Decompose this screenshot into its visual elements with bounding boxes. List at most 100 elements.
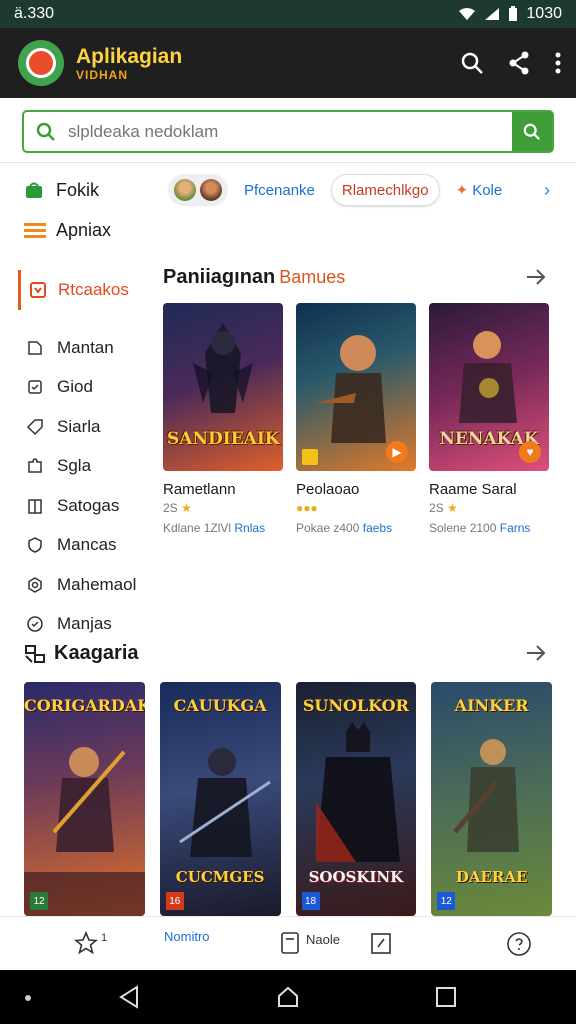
- status-icons: 1030: [458, 5, 562, 23]
- section-title: Paniiagınan: [163, 266, 276, 288]
- game-card[interactable]: NENAKAK ♥ Raame Saral 2S ★ Solene 2100 F…: [429, 303, 549, 535]
- game-cover: ▶: [296, 303, 416, 471]
- game-title: Peolaoao: [296, 481, 360, 498]
- more-vert-icon[interactable]: [554, 51, 562, 75]
- star-icon: ★: [181, 501, 192, 515]
- edit-icon: [371, 933, 391, 954]
- help-icon: [507, 932, 531, 956]
- play-badge-icon: ▶: [386, 441, 408, 463]
- sidebar-item-label: Mahemaol: [57, 574, 137, 594]
- sidebar-list: Mantan Giod Siarla Sgla Satogas Mancas M…: [0, 328, 160, 644]
- square-icon: [26, 378, 46, 396]
- sidebar-item-label: Mantan: [57, 337, 114, 357]
- card-title: SUNOLKOR: [302, 696, 409, 715]
- card-title: AINKER: [454, 696, 529, 715]
- search-icon[interactable]: [460, 51, 484, 75]
- sidebar-item[interactable]: Mantan: [0, 328, 160, 368]
- app-title: Aplikagian: [76, 44, 183, 68]
- sidebar-item[interactable]: Manjas: [0, 605, 160, 645]
- sidebar-item-label: Mancas: [57, 535, 117, 555]
- avatar-chip[interactable]: [168, 174, 228, 206]
- sidebar-item[interactable]: Satogas: [0, 486, 160, 526]
- game-meta: Solene 2100 Farns: [429, 521, 549, 535]
- status-time: ä.330: [14, 5, 55, 22]
- sidebar-item[interactable]: Mahemaol: [0, 565, 160, 605]
- bookmark-icon: [29, 281, 49, 299]
- meta-link[interactable]: Rnlas: [234, 521, 265, 535]
- arrow-right-icon[interactable]: [525, 643, 547, 663]
- game-card[interactable]: SANDIEAIK Rametlann 2S ★ Kdlane 1ZlVl Rn…: [163, 303, 283, 535]
- sidebar-item-menu[interactable]: Apniax: [0, 210, 160, 250]
- sidebar-item-store[interactable]: Fokik: [0, 170, 160, 210]
- rating-value: 2S: [429, 501, 444, 515]
- search-button[interactable]: [512, 112, 552, 151]
- avatar: [200, 179, 222, 201]
- chip-label: Kole: [472, 181, 503, 199]
- category-icon: [25, 644, 45, 663]
- age-badge-icon: 18: [301, 892, 320, 910]
- sidebar-item-label: Satogas: [57, 495, 120, 515]
- category-card[interactable]: AINKER DAERAE 12: [431, 682, 552, 916]
- search-bar: [22, 110, 554, 153]
- note-icon: [281, 932, 299, 954]
- game-title: Rametlann: [163, 481, 236, 498]
- sidebar-item[interactable]: Siarla: [0, 407, 160, 447]
- rating-badge-icon: [302, 449, 318, 465]
- game-cover: NENAKAK ♥: [429, 303, 549, 471]
- meta-text: Solene 2100: [429, 521, 497, 535]
- book-icon: [26, 497, 46, 515]
- app-logo: [18, 40, 64, 86]
- game-rating: ●●●: [296, 501, 416, 515]
- sidebar-item[interactable]: Sgla: [0, 447, 160, 487]
- arrow-right-icon[interactable]: [525, 267, 547, 287]
- sidebar-item[interactable]: Mancas: [0, 526, 160, 566]
- category-card[interactable]: SUNOLKOR SOOSKINK 18: [295, 682, 417, 916]
- sidebar-item-label: Siarla: [57, 416, 101, 436]
- game-card[interactable]: ▶ Peolaoao ●●● Pokae z400 faebs: [296, 303, 416, 535]
- nav-active[interactable]: Nomitro: [164, 929, 210, 944]
- menu-icon: [24, 222, 46, 238]
- dot-icon: [25, 995, 31, 1001]
- game-meta: Kdlane 1ZlVl Rnlas: [163, 521, 283, 535]
- section-title: Kaagaria: [54, 642, 139, 664]
- back-icon[interactable]: [118, 985, 140, 1009]
- store-icon: [24, 181, 46, 199]
- avatar: [174, 179, 196, 201]
- sidebar-item-label: Rtcaakos: [58, 280, 129, 299]
- shield-icon: [26, 536, 46, 554]
- sidebar-item-label: Giod: [57, 377, 93, 397]
- tag-icon: [26, 418, 46, 436]
- recents-icon[interactable]: [435, 986, 457, 1008]
- sidebar-item-label: Manjas: [57, 614, 112, 634]
- category-card[interactable]: CORIGARDAK 12: [24, 682, 145, 916]
- nav-edit[interactable]: [370, 931, 392, 955]
- card-footer: CUCMGES: [175, 868, 265, 886]
- sidebar-item-label: Fokik: [56, 179, 100, 200]
- rating-value: 2S: [163, 501, 178, 515]
- category-card[interactable]: CAUUKGA CUCMGES 16: [159, 682, 281, 916]
- appbar-actions: [460, 51, 562, 75]
- nav-notes[interactable]: Naole: [280, 931, 340, 955]
- nav-help[interactable]: [506, 931, 532, 957]
- meta-link[interactable]: faebs: [363, 521, 392, 535]
- signal-icon: [485, 8, 500, 20]
- share-icon[interactable]: [508, 51, 530, 75]
- nav-favorites[interactable]: 1: [74, 931, 107, 955]
- chip[interactable]: Pfcenanke: [238, 174, 321, 206]
- app-bar: Aplikagian VIDHAN: [0, 28, 576, 98]
- chip-selected[interactable]: Rlamechlkgo: [330, 174, 440, 206]
- nav-badge-count: 1: [101, 932, 108, 944]
- chevron-right-icon[interactable]: ›: [544, 180, 568, 201]
- search-input[interactable]: [68, 121, 512, 142]
- game-title: Raame Saral: [429, 481, 517, 498]
- chip[interactable]: ✦ Kole: [450, 174, 509, 206]
- meta-text: Kdlane 1ZlVl: [163, 521, 232, 535]
- games-row: SANDIEAIK Rametlann 2S ★ Kdlane 1ZlVl Rn…: [163, 303, 563, 535]
- sidebar-item[interactable]: Giod: [0, 368, 160, 408]
- filter-chips: Pfcenanke Rlamechlkgo ✦ Kole ›: [168, 172, 568, 208]
- puzzle-piece-icon: [26, 457, 46, 475]
- meta-link[interactable]: Farns: [500, 521, 531, 535]
- home-icon[interactable]: [276, 985, 300, 1009]
- sidebar-item-active[interactable]: Rtcaakos: [18, 270, 160, 310]
- rating-dots-icon: ●●●: [296, 501, 318, 515]
